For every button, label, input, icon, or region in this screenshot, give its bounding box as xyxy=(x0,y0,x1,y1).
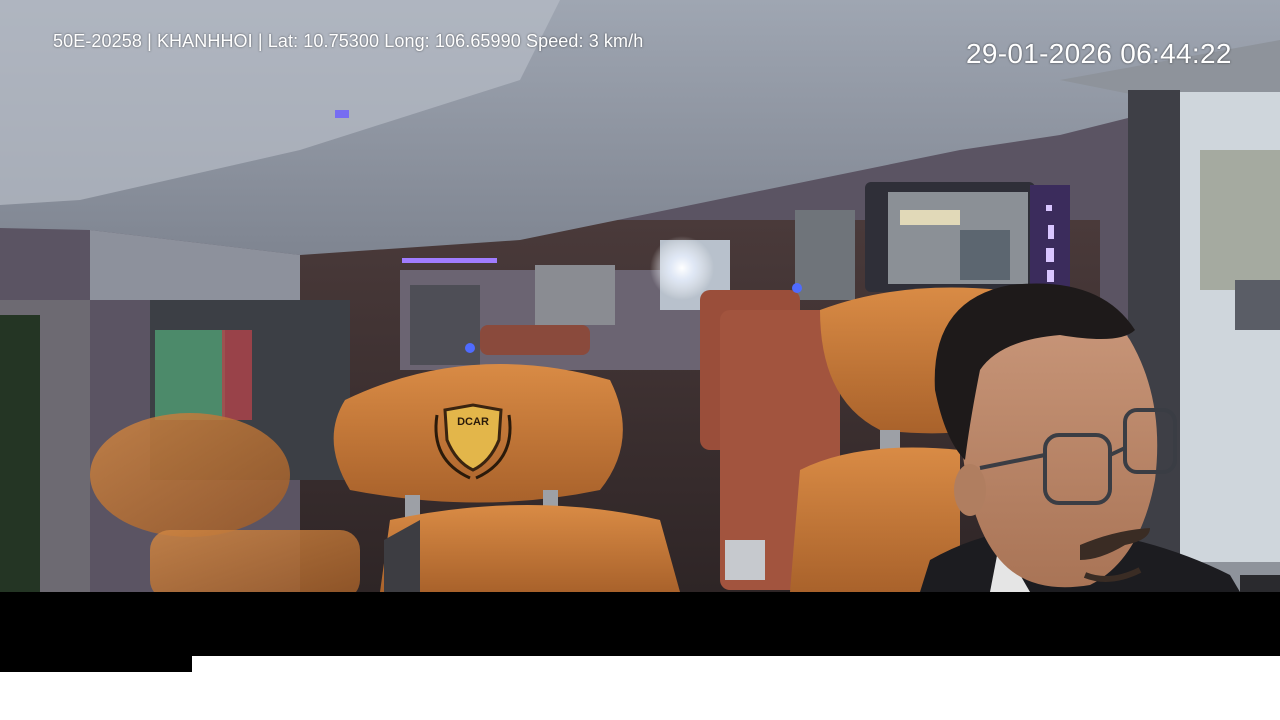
headrest-logo-text: DCAR xyxy=(457,416,489,428)
letterbox-band xyxy=(0,592,1280,656)
blank-area xyxy=(192,656,1280,720)
vehicle-info-overlay: 50E-20258 | KHANHHOI | Lat: 10.75300 Lon… xyxy=(53,31,644,51)
timestamp-overlay: 29-01-2026 06:44:22 xyxy=(966,38,1232,69)
blank-area-left xyxy=(0,672,192,720)
dashcam-video-frame: DCAR 50E-20258 | KHANHHOI | Lat: 10.7530… xyxy=(0,0,1280,592)
cabin-scene: DCAR xyxy=(0,0,1280,592)
letterbox-strip xyxy=(0,656,192,672)
